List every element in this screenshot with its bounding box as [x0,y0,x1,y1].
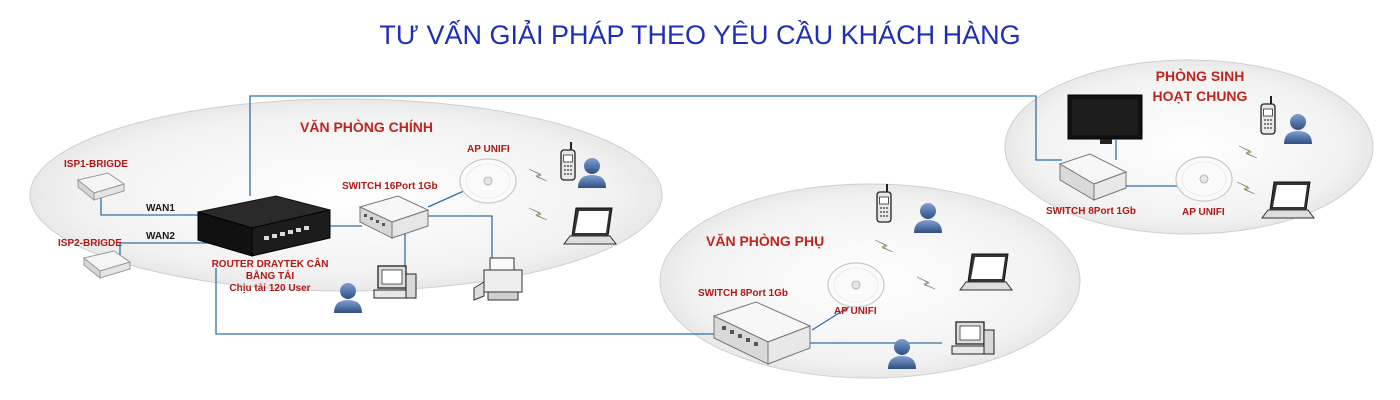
diagram-title: TƯ VẤN GIẢI PHÁP THEO YÊU CẦU KHÁCH HÀNG [379,20,1021,50]
switch-common-label: SWITCH 8Port 1Gb [1046,206,1137,217]
ap-unifi-main-device [459,158,517,204]
zone-label-branch-office: VĂN PHÒNG PHỤ [706,233,825,249]
router-label-line3: Chịu tải 120 User [229,283,311,294]
network-diagram: TƯ VẤN GIẢI PHÁP THEO YÊU CẦU KHÁCH HÀNG… [0,0,1400,400]
diagram-canvas [29,59,1374,379]
isp1-label: ISP1-BRIGDE [64,159,128,170]
switch-branch-label: SWITCH 8Port 1Gb [698,288,789,299]
tv-device [1067,94,1143,144]
ap-branch-label: AP UNIFI [834,306,877,317]
ap-unifi-branch-device [827,262,885,308]
ap-common-label: AP UNIFI [1182,207,1225,218]
switch-16port-label: SWITCH 16Port 1Gb [342,181,438,192]
zone-label-main-office: VĂN PHÒNG CHÍNH [300,119,434,135]
zone-label-common-room-line1: PHÒNG SINH [1155,68,1245,84]
router-label-line2: BẰNG TẢI [245,271,295,282]
isp2-label: ISP2-BRIGDE [58,238,122,249]
wan2-label: WAN2 [146,231,175,242]
router-label-line1: ROUTER DRAYTEK CÂN [211,259,329,270]
wan1-label: WAN1 [146,203,175,214]
ap-main-label: AP UNIFI [467,144,510,155]
zone-label-common-room-line2: HOẠT CHUNG [1152,88,1248,104]
ap-unifi-common-device [1175,156,1233,202]
